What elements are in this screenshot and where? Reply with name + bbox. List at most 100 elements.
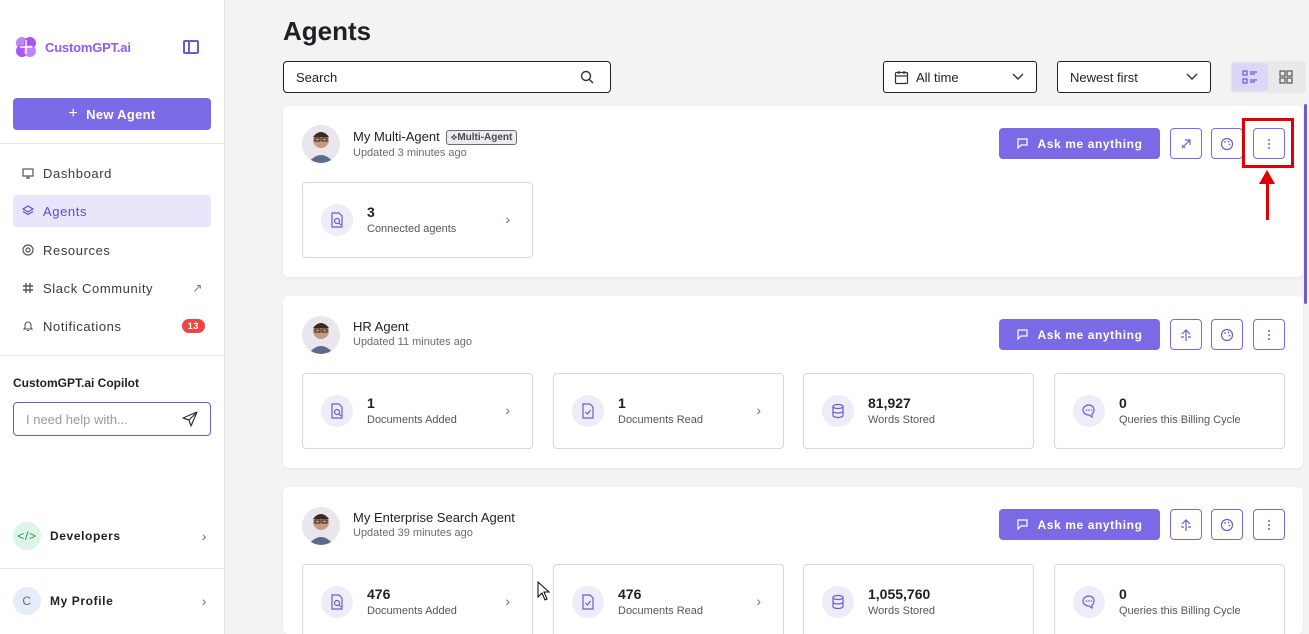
stat-label: Words Stored: [868, 605, 936, 617]
plus-icon: +: [68, 105, 79, 122]
search-input[interactable]: Search: [283, 61, 611, 93]
sidebar-item-dashboard[interactable]: Dashboard: [13, 157, 211, 189]
developers-link[interactable]: </> Developers ›: [13, 521, 211, 551]
agent-name[interactable]: My Enterprise Search Agent: [353, 510, 515, 525]
stat-value: 476: [367, 586, 391, 602]
kebab-menu-icon: [1268, 519, 1270, 530]
list-view-icon: [1242, 70, 1257, 84]
sidebar: CustomGPT.ai + New Agent Dashboard Agent…: [0, 0, 225, 634]
search-icon[interactable]: [580, 70, 594, 84]
ask-label: Ask me anything: [1037, 136, 1143, 151]
code-icon: </>: [13, 522, 41, 550]
stat-label: Queries this Billing Cycle: [1119, 414, 1241, 426]
ask-me-anything-button[interactable]: Ask me anything: [999, 128, 1160, 159]
chevron-down-icon: [1012, 73, 1024, 80]
list-view-button[interactable]: [1232, 63, 1268, 91]
palette-icon: [1220, 518, 1234, 531]
ask-label: Ask me anything: [1037, 517, 1143, 532]
chevron-right-icon: ›: [201, 593, 207, 609]
bell-icon: [21, 320, 34, 333]
palette-button[interactable]: [1211, 509, 1243, 540]
scrollbar-thumb[interactable]: [1304, 104, 1307, 304]
multi-agent-tag: ⟡Multi-Agent: [445, 130, 518, 145]
tag-label: Multi-Agent: [457, 132, 513, 143]
search-label: Search: [296, 69, 338, 85]
chevron-right-icon: ›: [505, 593, 510, 609]
sidebar-item-resources[interactable]: Resources: [13, 234, 211, 266]
chevron-down-icon: [1186, 73, 1198, 80]
stat-value: 81,927: [868, 395, 911, 411]
ask-me-anything-button[interactable]: Ask me anything: [999, 509, 1160, 540]
stat-label: Connected agents: [367, 223, 457, 235]
layers-icon: [21, 205, 34, 218]
profile-avatar: C: [13, 587, 41, 615]
grid-view-button[interactable]: [1268, 63, 1304, 91]
sidebar-item-notifications[interactable]: Notifications 13: [13, 310, 211, 342]
stat-value: 1: [367, 395, 375, 411]
sidebar-item-slack-community[interactable]: Slack Community ↗: [13, 272, 211, 304]
ask-me-anything-button[interactable]: Ask me anything: [999, 319, 1160, 350]
agent-card[interactable]: My Enterprise Search Agent Updated 39 mi…: [283, 487, 1303, 634]
profile-label: My Profile: [50, 594, 114, 608]
send-icon[interactable]: [182, 411, 198, 427]
new-agent-button[interactable]: + New Agent: [13, 98, 211, 130]
chat-icon: [1073, 395, 1105, 427]
chevron-right-icon: ›: [756, 402, 761, 418]
palette-button[interactable]: [1211, 319, 1243, 350]
divider: [0, 568, 225, 569]
lifebuoy-icon: [21, 244, 34, 257]
brain-logo-icon: [16, 37, 36, 57]
stat-documents-read[interactable]: 1 Documents Read ›: [553, 373, 784, 449]
deploy-button[interactable]: [1170, 319, 1202, 350]
stat-documents-added[interactable]: 1 Documents Added ›: [302, 373, 533, 449]
time-filter-value: All time: [916, 69, 959, 85]
stat-words-stored: 1,055,760 Words Stored: [803, 564, 1034, 634]
doc-search-icon: [321, 204, 353, 236]
palette-button[interactable]: [1211, 128, 1243, 159]
deploy-button[interactable]: [1170, 509, 1202, 540]
my-profile-link[interactable]: C My Profile ›: [13, 586, 211, 616]
page-title: Agents: [283, 16, 372, 46]
agent-name[interactable]: HR Agent: [353, 319, 409, 334]
developers-label: Developers: [50, 529, 121, 543]
sidebar-collapse-icon[interactable]: [183, 40, 199, 54]
stat-value: 0: [1119, 586, 1127, 602]
chevron-right-icon: ›: [201, 528, 207, 544]
doc-check-icon: [572, 586, 604, 618]
more-options-button[interactable]: [1253, 319, 1285, 350]
copilot-title: CustomGPT.ai Copilot: [13, 376, 139, 390]
stat-words-stored: 81,927 Words Stored: [803, 373, 1034, 449]
stat-label: Queries this Billing Cycle: [1119, 605, 1241, 617]
agent-card[interactable]: HR Agent Updated 11 minutes ago Ask me a…: [283, 296, 1303, 468]
agent-avatar: [302, 507, 340, 545]
chat-bubble-icon: [1017, 138, 1029, 150]
stat-documents-read[interactable]: 476 Documents Read ›: [553, 564, 784, 634]
ask-label: Ask me anything: [1037, 327, 1143, 342]
stat-label: Words Stored: [868, 414, 936, 426]
sidebar-item-agents[interactable]: Agents: [13, 195, 211, 227]
stat-label: Documents Read: [618, 605, 703, 617]
agent-card[interactable]: My Multi-Agent ⟡Multi-Agent Updated 3 min…: [283, 106, 1303, 277]
stat-value: 476: [618, 586, 642, 602]
chevron-right-icon: ›: [756, 593, 761, 609]
monitor-icon: [21, 167, 34, 180]
agent-updated: Updated 39 minutes ago: [353, 527, 473, 539]
rocket-button[interactable]: [1170, 128, 1202, 159]
sidebar-item-label: Agents: [43, 203, 88, 219]
time-filter-select[interactable]: All time: [883, 61, 1037, 93]
chat-bubble-icon: [1017, 519, 1029, 531]
more-options-button[interactable]: [1253, 509, 1285, 540]
new-agent-label: New Agent: [86, 106, 156, 122]
copilot-input[interactable]: I need help with...: [13, 402, 211, 436]
stat-documents-added[interactable]: 476 Documents Added ›: [302, 564, 533, 634]
sort-select[interactable]: Newest first: [1057, 61, 1211, 93]
view-toggle: [1230, 61, 1306, 93]
sidebar-item-label: Notifications: [43, 318, 122, 334]
brand-name: CustomGPT.ai: [45, 39, 131, 55]
agent-name[interactable]: My Multi-Agent ⟡Multi-Agent: [353, 129, 518, 145]
sort-value: Newest first: [1070, 69, 1138, 85]
stat-value: 0: [1119, 395, 1127, 411]
sidebar-item-label: Dashboard: [43, 165, 112, 181]
brand[interactable]: CustomGPT.ai: [13, 34, 131, 60]
stat-connected-agents[interactable]: 3 Connected agents ›: [302, 182, 533, 258]
